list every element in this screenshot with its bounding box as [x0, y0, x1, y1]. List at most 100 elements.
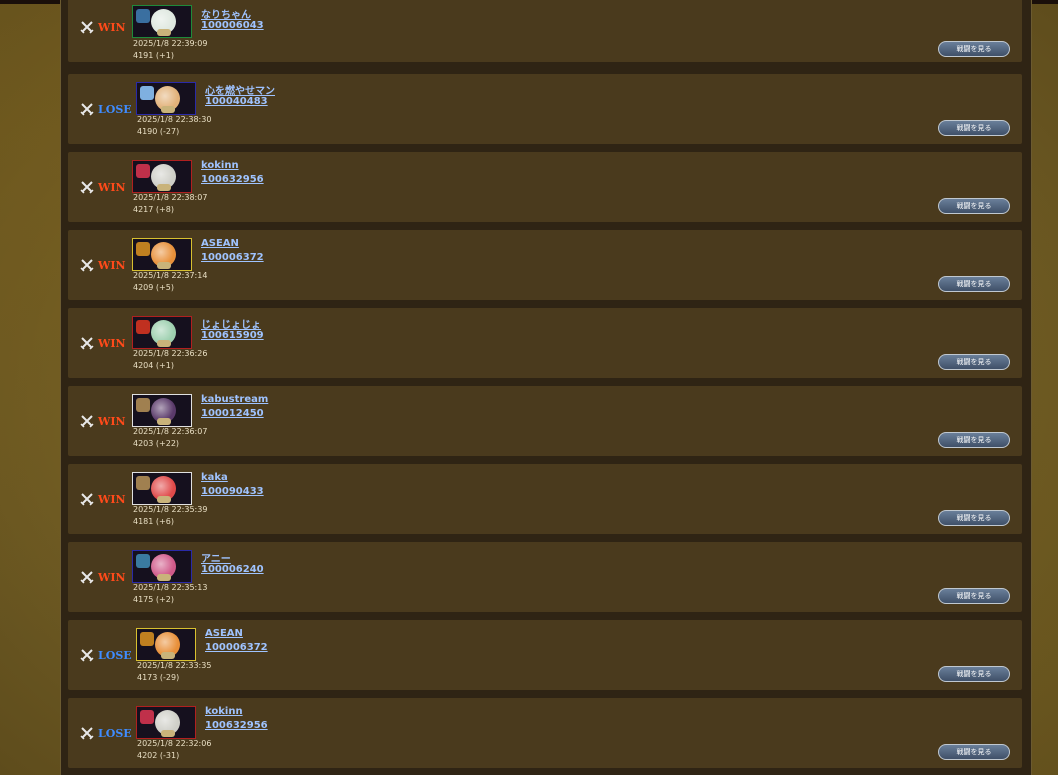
battle-timestamp: 2025/1/8 22:33:35 — [137, 661, 212, 670]
opponent-id-link[interactable]: 100090433 — [201, 486, 264, 497]
view-battle-button[interactable]: 戦闘を見る — [938, 510, 1010, 526]
opponent-name-link[interactable]: kabustream — [201, 394, 268, 405]
emblem-icon — [136, 554, 150, 568]
opponent-id-link[interactable]: 100012450 — [201, 408, 264, 419]
view-battle-button[interactable]: 戦闘を見る — [938, 432, 1010, 448]
emblem-icon — [140, 632, 154, 646]
emblem-icon — [136, 9, 150, 23]
rank-badge-icon — [161, 106, 175, 113]
emblem-icon — [136, 476, 150, 490]
battle-row: LOSE 心を燃やせマン 100040483 2025/1/8 22:38:30… — [68, 74, 1022, 144]
opponent-name-link[interactable]: じょじょじょ — [201, 316, 261, 331]
rank-badge-icon — [157, 496, 171, 503]
opponent-name-link[interactable]: ASEAN — [205, 628, 243, 639]
result: WIN — [80, 152, 126, 222]
result: WIN — [80, 542, 126, 612]
result-label: WIN — [98, 180, 126, 194]
opponent-avatar[interactable] — [132, 316, 192, 349]
opponent-avatar[interactable] — [132, 5, 192, 38]
result: LOSE — [80, 620, 132, 690]
crossed-swords-icon — [80, 415, 94, 428]
result: WIN — [80, 464, 126, 534]
view-battle-button[interactable]: 戦闘を見る — [938, 588, 1010, 604]
opponent-id-link[interactable]: 100615909 — [201, 330, 264, 341]
rank-badge-icon — [157, 184, 171, 191]
rating-change: 4209 (+5) — [133, 283, 174, 292]
result-label: WIN — [98, 20, 126, 34]
battle-timestamp: 2025/1/8 22:39:09 — [133, 39, 208, 48]
view-battle-button[interactable]: 戦闘を見る — [938, 120, 1010, 136]
rank-badge-icon — [157, 262, 171, 269]
crossed-swords-icon — [80, 103, 94, 116]
opponent-id-link[interactable]: 100006372 — [201, 252, 264, 263]
result-label: WIN — [98, 414, 126, 428]
battle-timestamp: 2025/1/8 22:35:13 — [133, 583, 208, 592]
opponent-avatar[interactable] — [136, 82, 196, 115]
crossed-swords-icon — [80, 493, 94, 506]
opponent-avatar[interactable] — [136, 628, 196, 661]
result-label: WIN — [98, 336, 126, 350]
battle-row: WIN アニー 100006240 2025/1/8 22:35:13 4175… — [68, 542, 1022, 612]
rank-badge-icon — [157, 418, 171, 425]
emblem-icon — [140, 86, 154, 100]
crossed-swords-icon — [80, 259, 94, 272]
result-label: WIN — [98, 570, 126, 584]
battle-timestamp: 2025/1/8 22:36:26 — [133, 349, 208, 358]
view-battle-button[interactable]: 戦闘を見る — [938, 666, 1010, 682]
result-label: WIN — [98, 258, 126, 272]
result: WIN — [80, 386, 126, 456]
view-battle-button[interactable]: 戦闘を見る — [938, 744, 1010, 760]
opponent-avatar[interactable] — [132, 238, 192, 271]
opponent-id-link[interactable]: 100632956 — [201, 174, 264, 185]
opponent-name-link[interactable]: アニー — [201, 550, 231, 565]
opponent-name-link[interactable]: kokinn — [201, 160, 239, 171]
result-label: WIN — [98, 492, 126, 506]
rating-change: 4202 (-31) — [137, 751, 180, 760]
crossed-swords-icon — [80, 727, 94, 740]
opponent-id-link[interactable]: 100006372 — [205, 642, 268, 653]
rating-change: 4190 (-27) — [137, 127, 180, 136]
result-label: LOSE — [98, 102, 132, 116]
result-label: LOSE — [98, 648, 132, 662]
rank-badge-icon — [157, 29, 171, 36]
opponent-id-link[interactable]: 100006240 — [201, 564, 264, 575]
opponent-name-link[interactable]: kaka — [201, 472, 228, 483]
rating-change: 4175 (+2) — [133, 595, 174, 604]
opponent-avatar[interactable] — [132, 394, 192, 427]
battle-row: WIN kokinn 100632956 2025/1/8 22:38:07 4… — [68, 152, 1022, 222]
battle-timestamp: 2025/1/8 22:38:07 — [133, 193, 208, 202]
opponent-avatar[interactable] — [132, 550, 192, 583]
crossed-swords-icon — [80, 571, 94, 584]
result: WIN — [80, 0, 126, 62]
battle-timestamp: 2025/1/8 22:37:14 — [133, 271, 208, 280]
view-battle-button[interactable]: 戦闘を見る — [938, 198, 1010, 214]
result: WIN — [80, 230, 126, 300]
opponent-avatar[interactable] — [136, 706, 196, 739]
result: WIN — [80, 308, 126, 378]
opponent-name-link[interactable]: kokinn — [205, 706, 243, 717]
rank-badge-icon — [157, 574, 171, 581]
opponent-avatar[interactable] — [132, 472, 192, 505]
opponent-id-link[interactable]: 100632956 — [205, 720, 268, 731]
battle-timestamp: 2025/1/8 22:36:07 — [133, 427, 208, 436]
opponent-name-link[interactable]: 心を燃やせマン — [205, 82, 275, 97]
battle-timestamp: 2025/1/8 22:35:39 — [133, 505, 208, 514]
opponent-avatar[interactable] — [132, 160, 192, 193]
emblem-icon — [136, 164, 150, 178]
crossed-swords-icon — [80, 181, 94, 194]
opponent-id-link[interactable]: 100006043 — [201, 20, 264, 31]
opponent-name-link[interactable]: ASEAN — [201, 238, 239, 249]
opponent-name-link[interactable]: なりちゃん — [201, 6, 251, 21]
rating-change: 4203 (+22) — [133, 439, 180, 448]
battle-row: WIN じょじょじょ 100615909 2025/1/8 22:36:26 4… — [68, 308, 1022, 378]
crossed-swords-icon — [80, 649, 94, 662]
view-battle-button[interactable]: 戦闘を見る — [938, 41, 1010, 57]
battle-row: WIN ASEAN 100006372 2025/1/8 22:37:14 42… — [68, 230, 1022, 300]
battle-timestamp: 2025/1/8 22:38:30 — [137, 115, 212, 124]
rating-change: 4204 (+1) — [133, 361, 174, 370]
view-battle-button[interactable]: 戦闘を見る — [938, 276, 1010, 292]
rating-change: 4173 (-29) — [137, 673, 180, 682]
rank-badge-icon — [161, 652, 175, 659]
view-battle-button[interactable]: 戦闘を見る — [938, 354, 1010, 370]
opponent-id-link[interactable]: 100040483 — [205, 96, 268, 107]
